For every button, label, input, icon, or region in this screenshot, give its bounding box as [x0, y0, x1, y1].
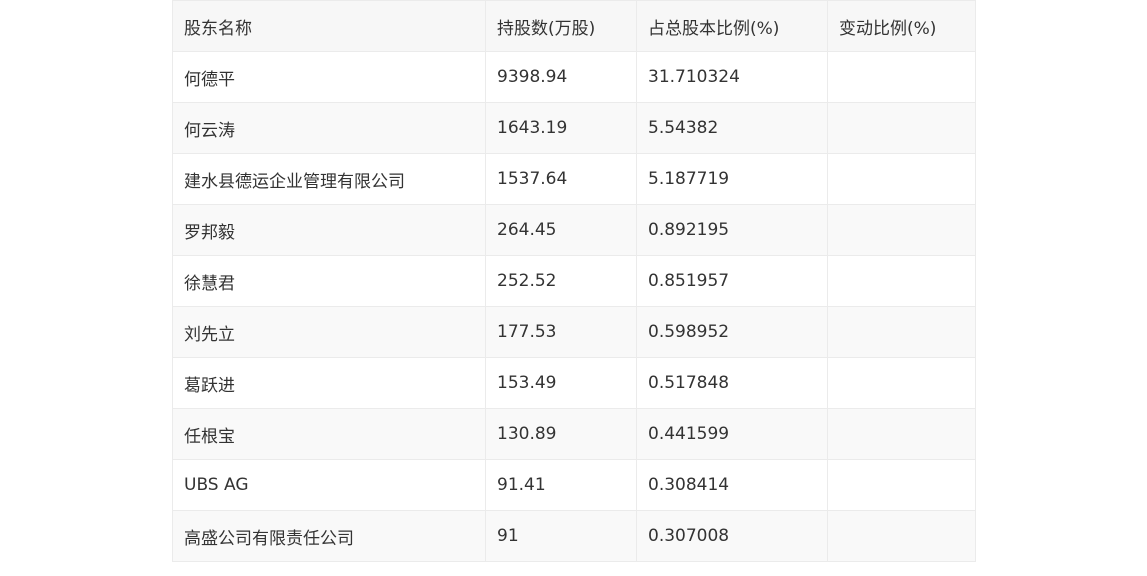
cell-shareholder-name: 高盛公司有限责任公司 — [172, 510, 486, 562]
table-row: 何云涛 1643.19 5.54382 — [172, 102, 976, 154]
table-row: 徐慧君 252.52 0.851957 — [172, 255, 976, 307]
cell-change-ratio — [827, 408, 976, 460]
cell-shareholder-name: 何云涛 — [172, 102, 486, 154]
cell-shares-held: 1643.19 — [485, 102, 637, 154]
header-shareholder-name: 股东名称 — [172, 0, 486, 52]
cell-change-ratio — [827, 255, 976, 307]
cell-change-ratio — [827, 459, 976, 511]
cell-change-ratio — [827, 357, 976, 409]
cell-share-ratio: 0.307008 — [636, 510, 828, 562]
cell-share-ratio: 0.851957 — [636, 255, 828, 307]
shareholder-table: 股东名称 持股数(万股) 占总股本比例(%) 变动比例(%) 何德平 9398.… — [172, 0, 976, 562]
cell-shares-held: 252.52 — [485, 255, 637, 307]
cell-share-ratio: 31.710324 — [636, 51, 828, 103]
table-header-row: 股东名称 持股数(万股) 占总股本比例(%) 变动比例(%) — [172, 0, 976, 52]
cell-shareholder-name: 建水县德运企业管理有限公司 — [172, 153, 486, 205]
header-share-ratio: 占总股本比例(%) — [636, 0, 828, 52]
table-row: UBS AG 91.41 0.308414 — [172, 459, 976, 511]
cell-shareholder-name: 徐慧君 — [172, 255, 486, 307]
cell-shares-held: 9398.94 — [485, 51, 637, 103]
table-row: 刘先立 177.53 0.598952 — [172, 306, 976, 358]
cell-shareholder-name: UBS AG — [172, 459, 486, 511]
cell-shares-held: 177.53 — [485, 306, 637, 358]
table-row: 任根宝 130.89 0.441599 — [172, 408, 976, 460]
table-row: 何德平 9398.94 31.710324 — [172, 51, 976, 103]
cell-share-ratio: 5.187719 — [636, 153, 828, 205]
table-row: 高盛公司有限责任公司 91 0.307008 — [172, 510, 976, 562]
table-row: 葛跃进 153.49 0.517848 — [172, 357, 976, 409]
cell-shares-held: 91 — [485, 510, 637, 562]
cell-share-ratio: 0.308414 — [636, 459, 828, 511]
cell-shares-held: 1537.64 — [485, 153, 637, 205]
table-row: 建水县德运企业管理有限公司 1537.64 5.187719 — [172, 153, 976, 205]
cell-share-ratio: 0.441599 — [636, 408, 828, 460]
header-change-ratio: 变动比例(%) — [827, 0, 976, 52]
cell-shareholder-name: 刘先立 — [172, 306, 486, 358]
cell-shareholder-name: 何德平 — [172, 51, 486, 103]
cell-shareholder-name: 葛跃进 — [172, 357, 486, 409]
cell-shareholder-name: 罗邦毅 — [172, 204, 486, 256]
cell-shares-held: 130.89 — [485, 408, 637, 460]
cell-change-ratio — [827, 306, 976, 358]
cell-share-ratio: 5.54382 — [636, 102, 828, 154]
cell-change-ratio — [827, 102, 976, 154]
header-shares-held: 持股数(万股) — [485, 0, 637, 52]
cell-shares-held: 91.41 — [485, 459, 637, 511]
cell-shares-held: 153.49 — [485, 357, 637, 409]
cell-share-ratio: 0.892195 — [636, 204, 828, 256]
shareholder-table-container: 股东名称 持股数(万股) 占总股本比例(%) 变动比例(%) 何德平 9398.… — [172, 0, 976, 562]
table-row: 罗邦毅 264.45 0.892195 — [172, 204, 976, 256]
cell-share-ratio: 0.598952 — [636, 306, 828, 358]
cell-shares-held: 264.45 — [485, 204, 637, 256]
cell-change-ratio — [827, 153, 976, 205]
cell-change-ratio — [827, 51, 976, 103]
cell-share-ratio: 0.517848 — [636, 357, 828, 409]
cell-change-ratio — [827, 204, 976, 256]
cell-change-ratio — [827, 510, 976, 562]
cell-shareholder-name: 任根宝 — [172, 408, 486, 460]
